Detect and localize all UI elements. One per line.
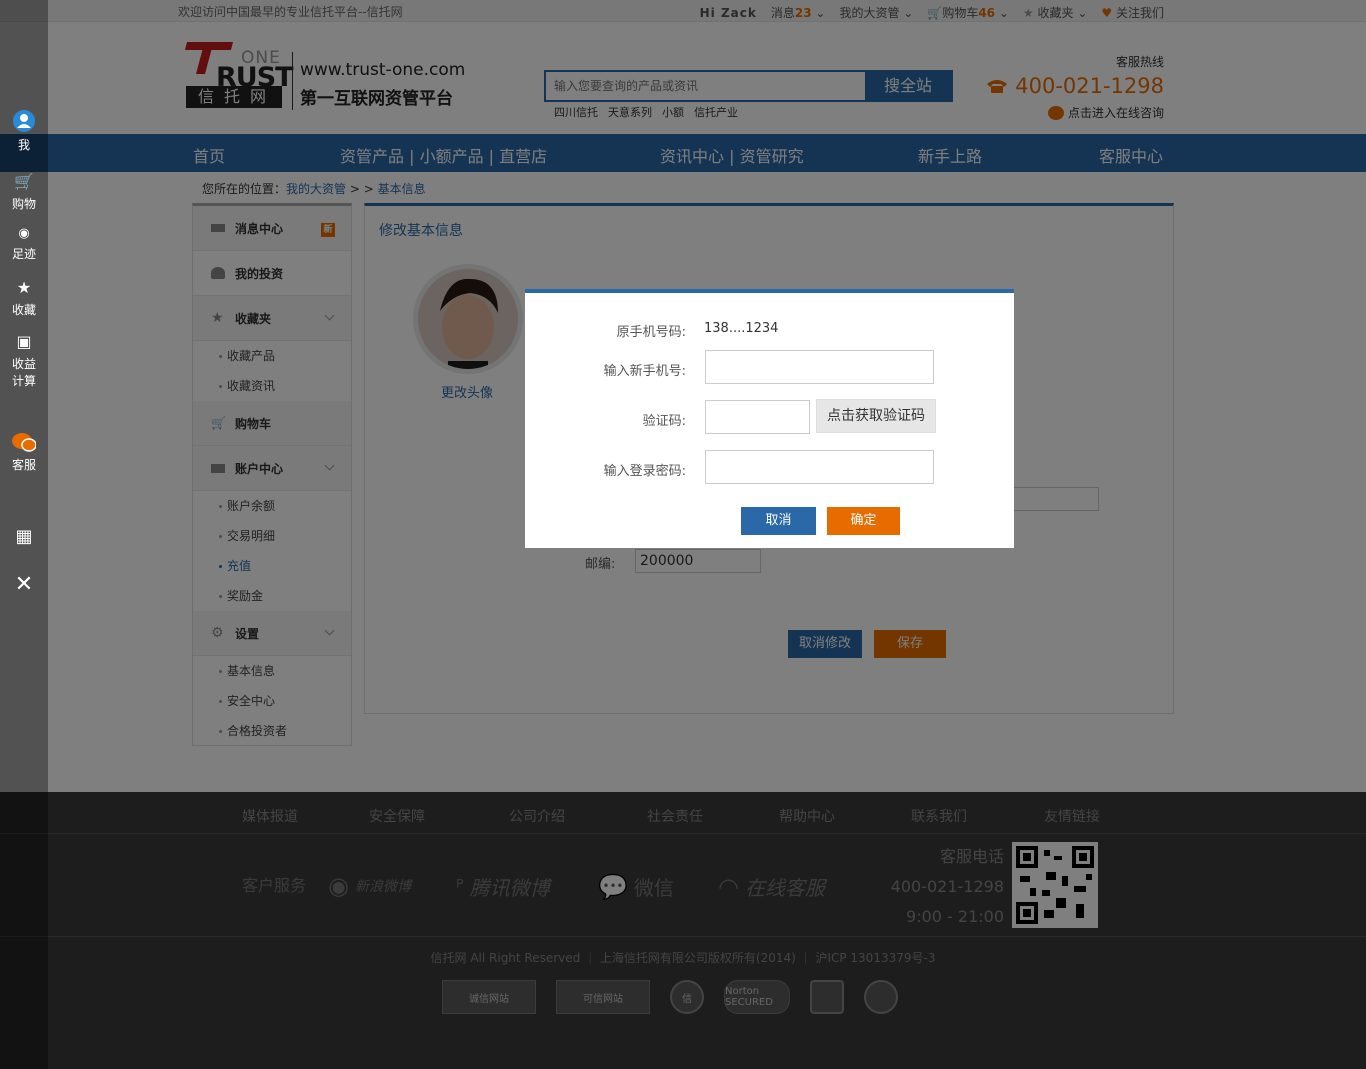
cancel-button[interactable]: 取消 [741, 507, 816, 535]
leftbar-service[interactable]: 客服 [0, 432, 48, 473]
qr-code-icon: ▦ [15, 526, 33, 547]
password-label: 输入登录密码: [603, 464, 686, 479]
page: 欢迎访问中国最早的专业信托平台--信托网 Hi Zack 消息23 ⌄ 我的大资… [0, 0, 1366, 1069]
eye-icon: ◉ [18, 226, 30, 241]
close-icon: ✕ [14, 572, 34, 597]
chat-icon [12, 433, 36, 452]
leftbar-shopping[interactable]: 🛒 购物 [0, 172, 48, 212]
leftbar-collect[interactable]: ★ 收藏 [0, 278, 48, 318]
new-phone-input[interactable] [705, 350, 934, 384]
code-label: 验证码: [642, 414, 686, 429]
cart-icon: 🛒 [14, 172, 34, 191]
get-code-button[interactable]: 点击获取验证码 [816, 399, 936, 433]
new-phone-label: 输入新手机号: [603, 364, 686, 379]
user-icon [13, 110, 35, 132]
left-float-bar: 我 🛒 购物 ◉ 足迹 ★ 收藏 ▣ 收益 计算 客服 ▦ ✕ [0, 0, 48, 1069]
change-phone-dialog: 原手机号码: 138....1234 输入新手机号: 验证码: 点击获取验证码 … [525, 289, 1014, 548]
leftbar-close[interactable]: ✕ [0, 572, 48, 597]
leftbar-me[interactable]: 我 [0, 110, 48, 153]
leftbar-footprint[interactable]: ◉ 足迹 [0, 226, 48, 262]
orig-phone-label: 原手机号码: [616, 325, 686, 340]
verification-code-input[interactable] [705, 400, 810, 434]
orig-phone-value: 138....1234 [704, 321, 779, 336]
confirm-button[interactable]: 确定 [827, 507, 900, 535]
leftbar-calculator[interactable]: ▣ 收益 计算 [0, 332, 48, 389]
leftbar-qr[interactable]: ▦ [0, 526, 48, 547]
star-icon: ★ [16, 278, 32, 297]
calculator-icon: ▣ [16, 332, 32, 351]
password-input[interactable] [705, 450, 934, 484]
